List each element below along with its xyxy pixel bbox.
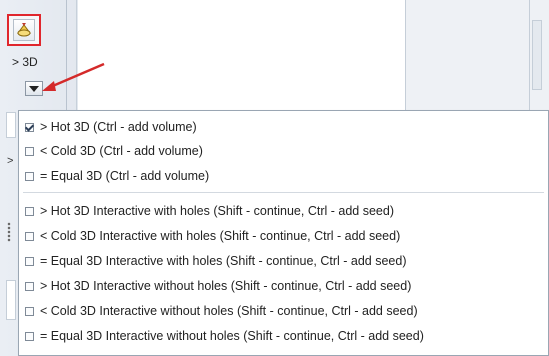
3d-segmentation-icon: [17, 23, 31, 37]
tool-button-face: [13, 19, 35, 41]
menu-item-hot-3d[interactable]: > Hot 3D (Ctrl - add volume): [19, 116, 548, 138]
checkbox-icon: [25, 281, 34, 291]
menu-item-label: = Equal 3D (Ctrl - add volume): [40, 169, 210, 183]
background-field: [6, 280, 16, 320]
menu-item-cold-3d-with-holes[interactable]: < Cold 3D Interactive with holes (Shift …: [19, 225, 548, 247]
menu-separator: [23, 192, 544, 193]
annotation-arrow: [42, 62, 105, 91]
background-panel: [405, 0, 549, 110]
checkbox-icon: [25, 331, 34, 341]
segmentation-3d-button[interactable]: [7, 14, 41, 46]
menu-item-label: < Cold 3D (Ctrl - add volume): [40, 144, 203, 158]
checkbox-icon: [25, 306, 34, 316]
drag-handle: [7, 222, 11, 242]
menu-item-label: > Hot 3D Interactive without holes (Shif…: [40, 279, 412, 293]
checkbox-icon: [25, 146, 34, 156]
menu-item-equal-3d-with-holes[interactable]: = Equal 3D Interactive with holes (Shift…: [19, 250, 548, 272]
scrollbar[interactable]: [532, 20, 542, 90]
menu-item-label: > Hot 3D (Ctrl - add volume): [40, 120, 197, 134]
menu-item-hot-3d-without-holes[interactable]: > Hot 3D Interactive without holes (Shif…: [19, 275, 548, 297]
checkbox-icon: [25, 256, 34, 266]
menu-item-equal-3d-without-holes[interactable]: = Equal 3D Interactive without holes (Sh…: [19, 325, 548, 347]
checkbox-icon: [25, 231, 34, 241]
segmentation-mode-menu: > Hot 3D (Ctrl - add volume) < Cold 3D (…: [18, 110, 549, 356]
menu-item-label: = Equal 3D Interactive with holes (Shift…: [40, 254, 407, 268]
menu-item-label: < Cold 3D Interactive with holes (Shift …: [40, 229, 401, 243]
background-label: >: [7, 155, 14, 167]
menu-item-cold-3d[interactable]: < Cold 3D (Ctrl - add volume): [19, 140, 548, 162]
menu-item-hot-3d-with-holes[interactable]: > Hot 3D Interactive with holes (Shift -…: [19, 200, 548, 222]
menu-item-label: < Cold 3D Interactive without holes (Shi…: [40, 304, 418, 318]
menu-item-cold-3d-without-holes[interactable]: < Cold 3D Interactive without holes (Shi…: [19, 300, 548, 322]
checkbox-checked-icon: [25, 122, 34, 132]
menu-item-label: = Equal 3D Interactive without holes (Sh…: [40, 329, 424, 343]
checkbox-icon: [25, 171, 34, 181]
mode-label: > 3D: [12, 55, 38, 69]
panel-divider: [405, 0, 406, 110]
menu-item-label: > Hot 3D Interactive with holes (Shift -…: [40, 204, 394, 218]
menu-item-equal-3d[interactable]: = Equal 3D (Ctrl - add volume): [19, 165, 548, 187]
panel-divider: [529, 0, 530, 110]
background-field: [6, 112, 16, 138]
checkbox-icon: [25, 206, 34, 216]
